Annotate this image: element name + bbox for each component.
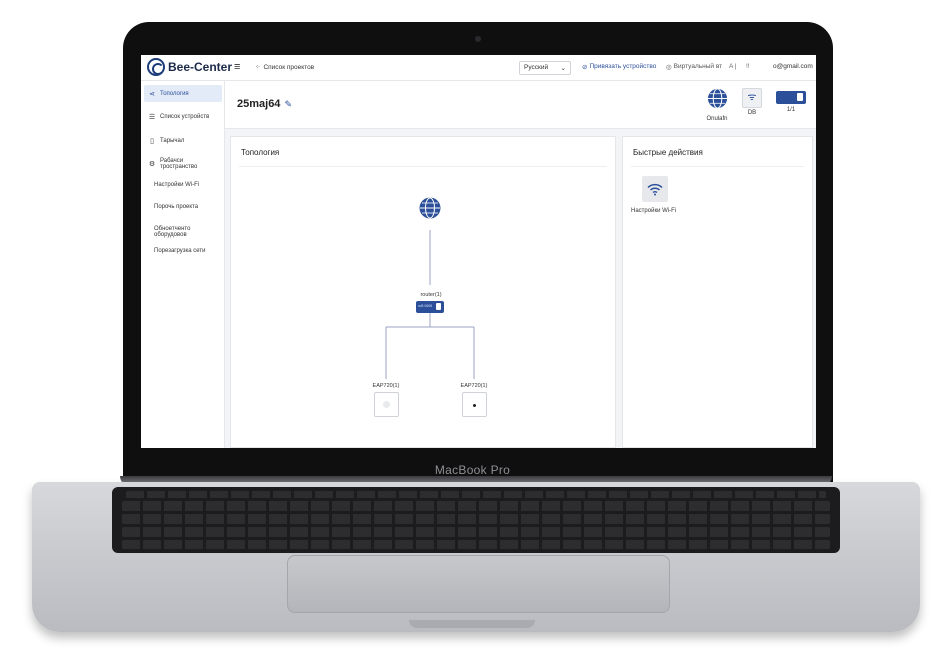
circle-icon: ◎ (666, 64, 672, 71)
wifi-icon: ᯤ (742, 88, 762, 108)
keyboard (112, 487, 840, 553)
router-node[interactable]: ruB 0608 (416, 301, 444, 313)
project-name: 25maj64 (237, 98, 281, 110)
sidebar-item-label: Рабачси тространство (159, 157, 198, 170)
brand-logo[interactable]: Bee-Center (147, 58, 232, 76)
stat-router-label: 1/1 (786, 107, 796, 113)
quick-actions-panel: Быстрые действия Настройки Wi-Fi (622, 136, 813, 448)
font-size-toggle[interactable]: A | (729, 63, 737, 70)
language-value: Русский (524, 64, 549, 71)
trackpad (287, 555, 670, 613)
grid-icon: ⁘ (255, 64, 261, 71)
device-icon: ▯ (150, 137, 154, 145)
notifications-indicator[interactable]: !! (746, 63, 750, 70)
sidebar-subitem-wifi[interactable]: Настройки Wi-Fi (154, 182, 199, 188)
quick-actions-title: Быстрые действия (633, 148, 703, 157)
camera (475, 36, 481, 42)
topology-icon: ⋖ (149, 90, 155, 98)
internet-globe-icon[interactable] (419, 197, 441, 219)
divider (631, 166, 804, 167)
hamburger-icon[interactable]: ≡ (234, 61, 240, 73)
page-title: 25maj64 ✎ (237, 98, 292, 110)
quick-action-wifi-button[interactable] (642, 176, 668, 202)
sidebar-item-workspace[interactable]: ⚙ Рабачси тространство (144, 155, 222, 172)
lid-notch (409, 620, 535, 628)
sidebar-subitem-project[interactable]: Порочь проекта (154, 204, 198, 210)
logo-icon (147, 58, 165, 76)
stat-online[interactable]: Onulafn (702, 88, 732, 122)
topology-panel: Топология router(1) ruB 0608 EAP720(1) E… (230, 136, 616, 448)
top-bar: Bee-Center ≡ ⁘ Список проектов Русский ⌄… (141, 55, 816, 81)
router-small-text: ruB 0608 (418, 304, 433, 308)
sidebar: ⋖ Топология ☰ Список устройств ▯ Тарычал… (141, 81, 225, 448)
ap-right-label: EAP720(1) (460, 383, 488, 389)
wifi-icon (647, 183, 663, 195)
bind-device-label: Привязать устройство (589, 63, 657, 70)
stat-wifi[interactable]: ᯤ DB (737, 88, 767, 116)
ap-led-icon (383, 401, 390, 408)
language-select[interactable]: Русский ⌄ (519, 61, 571, 75)
brand-name: Bee-Center (168, 60, 233, 74)
sidebar-item-label: Топология (160, 90, 189, 97)
virtual-button[interactable]: ◎ Виртуальный вт (666, 63, 722, 71)
link-icon: ⊘ (582, 64, 588, 71)
project-header: 25maj64 ✎ Onulafn ᯤ DB 1/1 (225, 81, 816, 129)
list-icon: ☰ (148, 113, 156, 121)
sidebar-item-label: Список устройств (160, 113, 210, 120)
globe-icon (707, 88, 727, 109)
router-icon (776, 91, 806, 104)
ap-right-node[interactable] (462, 392, 487, 417)
gear-icon: ⚙ (148, 160, 156, 168)
router-label: router(1) (420, 292, 442, 298)
virtual-label: Виртуальный вт (673, 63, 723, 70)
stat-online-label: Onulafn (706, 116, 728, 122)
edit-pencil-icon[interactable]: ✎ (284, 99, 292, 110)
ap-left-label: EAP720(1) (372, 383, 400, 389)
sidebar-item-topology[interactable]: ⋖ Топология (144, 85, 222, 102)
sidebar-subitem-reboot[interactable]: Порезагрузка сети (154, 248, 206, 254)
ap-led-icon (473, 404, 476, 407)
projects-link-label: Список проектов (263, 63, 315, 71)
stat-wifi-label: DB (747, 110, 757, 116)
screen: Bee-Center ≡ ⁘ Список проектов Русский ⌄… (141, 55, 816, 448)
stat-router[interactable]: 1/1 (774, 88, 808, 113)
sidebar-subitem-firmware[interactable]: Обноетченто оборудовов (154, 226, 224, 238)
sidebar-item-device-list[interactable]: ☰ Список устройств (144, 108, 222, 125)
chevron-down-icon: ⌄ (560, 65, 566, 72)
quick-action-wifi-label: Настройки Wi-Fi (631, 208, 677, 214)
bind-device-button[interactable]: ⊘ Привязать устройство (582, 63, 656, 71)
ap-left-node[interactable] (374, 392, 399, 417)
sidebar-item-label: Тарычал (160, 137, 185, 144)
projects-link[interactable]: ⁘ Список проектов (255, 63, 315, 72)
sidebar-item-devices[interactable]: ▯ Тарычал (144, 132, 222, 149)
device-label: MacBook Pro (434, 463, 511, 477)
user-email[interactable]: o@gmail.com (773, 63, 813, 70)
photo-stage: MacBook Pro Bee-Center ≡ ⁘ Список проект… (0, 0, 945, 660)
